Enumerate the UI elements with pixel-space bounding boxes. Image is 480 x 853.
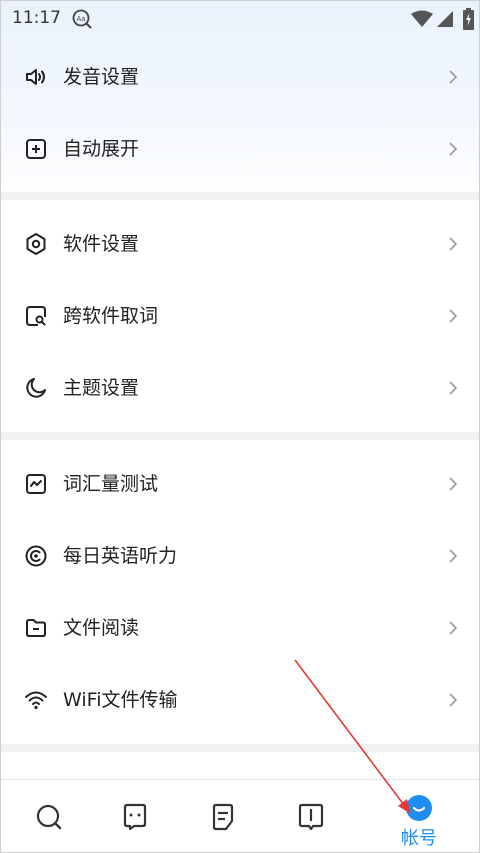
chevron-right-icon	[447, 475, 459, 493]
moon-icon	[24, 376, 48, 400]
menu-item-vocabulary-test[interactable]: 词汇量测试	[1, 448, 479, 520]
menu-item-label: 每日英语听力	[63, 545, 178, 567]
menu-item-daily-english-listening[interactable]: 每日英语听力	[1, 520, 479, 592]
menu-item-label: 发音设置	[63, 66, 140, 88]
menu-item-label: 自动展开	[63, 138, 140, 160]
menu-item-auto-expand[interactable]: 自动展开	[1, 113, 479, 185]
chevron-right-icon	[447, 68, 459, 86]
menu-item-wifi-file-transfer[interactable]: WiFi文件传输	[1, 664, 479, 736]
tab-account[interactable]: 帐号	[371, 780, 467, 852]
menu-item-software-settings[interactable]: 软件设置	[1, 208, 479, 280]
plus-square-icon	[24, 137, 48, 161]
search-icon	[36, 804, 62, 830]
status-time: 11:17	[12, 8, 61, 28]
wifi-status-icon	[411, 10, 433, 28]
menu-item-label: WiFi文件传输	[63, 689, 178, 711]
menu-item-label: 跨软件取词	[63, 305, 159, 327]
tab-notes[interactable]	[175, 780, 271, 852]
hexagon-settings-icon	[24, 232, 48, 256]
account-icon	[406, 795, 432, 821]
group-separator	[1, 192, 479, 200]
headphone-circle-icon	[24, 544, 48, 568]
menu-item-cross-app-lookup[interactable]: 跨软件取词	[1, 280, 479, 352]
wifi-icon	[24, 688, 48, 712]
menu-item-file-reading[interactable]: 文件阅读	[1, 592, 479, 664]
group-separator	[1, 744, 479, 752]
chart-square-icon	[24, 472, 48, 496]
chat-face-icon	[123, 803, 147, 831]
menu-item-label: 文件阅读	[63, 617, 140, 639]
note-icon	[212, 803, 234, 831]
menu-item-label: 词汇量测试	[63, 473, 159, 495]
translate-aa-icon: Aa	[71, 8, 93, 30]
signal-icon	[436, 10, 454, 28]
chevron-right-icon	[447, 235, 459, 253]
battery-icon	[463, 8, 474, 30]
chevron-right-icon	[447, 307, 459, 325]
settings-group-software: 软件设置 跨软件取词 主题设置	[1, 208, 479, 424]
menu-item-theme-settings[interactable]: 主题设置	[1, 352, 479, 424]
status-bar: 11:17 Aa	[1, 1, 479, 37]
search-square-icon	[24, 304, 48, 328]
menu-item-label: 主题设置	[63, 377, 140, 399]
tab-search[interactable]	[1, 780, 97, 852]
tab-chat[interactable]	[87, 780, 183, 852]
group-separator	[1, 432, 479, 440]
bottom-tab-bar: 帐号	[1, 779, 479, 852]
menu-item-pronunciation-settings[interactable]: 发音设置	[1, 41, 479, 113]
chevron-right-icon	[447, 547, 459, 565]
settings-group-audio: 发音设置 自动展开	[1, 41, 479, 185]
speaker-icon	[24, 65, 48, 89]
settings-screen: 11:17 Aa 发音设置 自动展开 软件设置 跨软件取词 主题设置 词汇量测试…	[0, 0, 480, 853]
chevron-right-icon	[447, 379, 459, 397]
svg-text:Aa: Aa	[76, 15, 85, 23]
chevron-right-icon	[447, 691, 459, 709]
folder-icon	[24, 616, 48, 640]
settings-group-tools: 词汇量测试 每日英语听力 文件阅读 WiFi文件传输	[1, 448, 479, 736]
book-icon	[298, 803, 324, 831]
chevron-right-icon	[447, 619, 459, 637]
tab-label: 帐号	[401, 828, 437, 849]
tab-book[interactable]	[263, 780, 359, 852]
menu-item-label: 软件设置	[63, 233, 140, 255]
chevron-right-icon	[447, 140, 459, 158]
